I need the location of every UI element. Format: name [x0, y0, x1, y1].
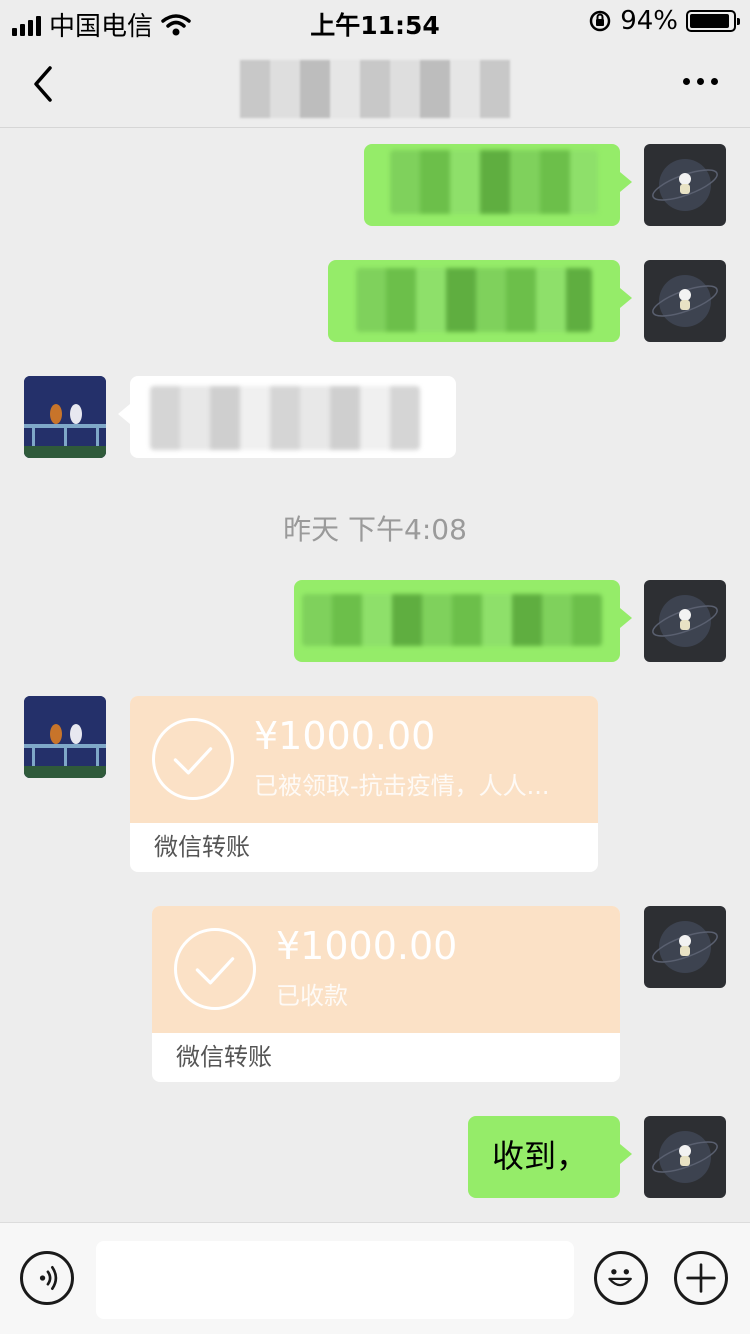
- my-avatar[interactable]: [644, 580, 726, 662]
- transfer-footer: 微信转账: [154, 833, 250, 861]
- contact-name-redacted: [240, 60, 510, 118]
- my-avatar[interactable]: [644, 1116, 726, 1198]
- my-avatar[interactable]: [644, 906, 726, 988]
- redacted-text: [302, 594, 602, 646]
- transfer-amount: ¥1000.00: [254, 714, 436, 758]
- orientation-lock-icon: [589, 10, 611, 32]
- sent-message-bubble[interactable]: [294, 580, 632, 662]
- check-circle-icon: [174, 928, 256, 1010]
- transfer-note: 已被领取-抗击疫情，人人...: [254, 772, 550, 800]
- astronaut-avatar-icon: [652, 275, 718, 327]
- received-message-bubble[interactable]: [118, 376, 456, 458]
- transfer-amount: ¥1000.00: [276, 924, 458, 968]
- sent-message-bubble[interactable]: [364, 144, 632, 226]
- redacted-text: [356, 268, 592, 332]
- battery-percent: 94%: [620, 6, 678, 36]
- check-circle-icon: [152, 718, 234, 800]
- battery-icon: [686, 10, 740, 32]
- contact-avatar[interactable]: [24, 696, 106, 778]
- status-bar: 中国电信 上午11:54 94%: [0, 0, 750, 42]
- chevron-left-icon[interactable]: [28, 62, 58, 106]
- transfer-note: 已收款: [276, 982, 348, 1010]
- voice-icon[interactable]: [20, 1251, 74, 1305]
- emoji-icon[interactable]: [594, 1251, 648, 1305]
- battery-group: 94%: [588, 6, 740, 36]
- astronaut-avatar-icon: [652, 921, 718, 973]
- transfer-card-confirm[interactable]: ¥1000.00 已收款 微信转账: [152, 906, 620, 1082]
- cats-avatar-icon: [24, 376, 106, 458]
- transfer-card-body: ¥1000.00 已被领取-抗击疫情，人人...: [130, 696, 598, 823]
- cats-avatar-icon: [24, 696, 106, 778]
- my-avatar[interactable]: [644, 144, 726, 226]
- sent-message-bubble[interactable]: [328, 260, 632, 342]
- message-input[interactable]: [96, 1241, 574, 1319]
- transfer-card-received[interactable]: ¥1000.00 已被领取-抗击疫情，人人... 微信转账: [130, 696, 598, 872]
- contact-avatar[interactable]: [24, 376, 106, 458]
- chat-header: [0, 40, 750, 128]
- plus-icon[interactable]: [674, 1251, 728, 1305]
- redacted-text: [390, 150, 598, 214]
- sent-message-bubble[interactable]: 收到，: [468, 1116, 632, 1198]
- my-avatar[interactable]: [644, 260, 726, 342]
- message-timestamp: 昨天 下午4:08: [283, 513, 467, 546]
- ellipsis-icon[interactable]: [683, 78, 718, 85]
- transfer-footer: 微信转账: [176, 1043, 272, 1071]
- input-bar: [0, 1222, 750, 1334]
- astronaut-avatar-icon: [652, 159, 718, 211]
- transfer-card-body: ¥1000.00 已收款: [152, 906, 620, 1033]
- astronaut-avatar-icon: [652, 1131, 718, 1183]
- redacted-text: [150, 386, 420, 450]
- astronaut-avatar-icon: [652, 595, 718, 647]
